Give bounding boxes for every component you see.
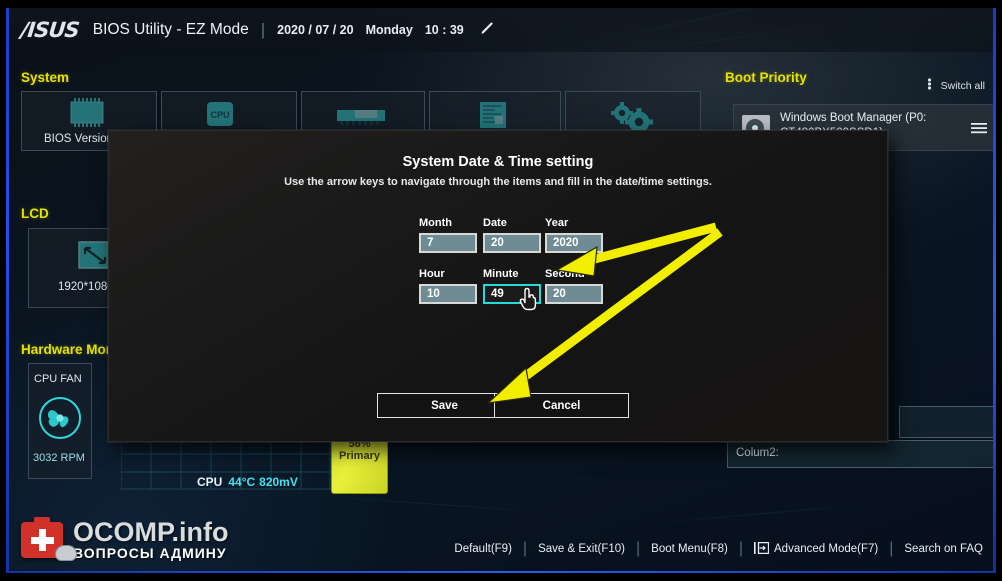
background-streak	[309, 494, 569, 515]
switch-all-label: Switch all	[940, 80, 985, 92]
bezel-right	[996, 0, 1002, 581]
footer-item-boot-menu[interactable]: Boot Menu(F8)	[651, 543, 728, 555]
pencil-icon[interactable]	[480, 20, 496, 41]
section-title-boot-priority: Boot Priority	[725, 70, 807, 85]
drag-handle-icon	[926, 78, 936, 92]
section-title-system: System	[21, 70, 70, 85]
bezel-top	[0, 0, 1002, 8]
header-bar: /ISUS BIOS Utility - EZ Mode | 2020 / 07…	[9, 8, 993, 52]
second-input[interactable]: 20	[545, 284, 603, 304]
bezel-bottom	[0, 573, 1002, 581]
dialog-subtitle: Use the arrow keys to navigate through t…	[284, 176, 712, 188]
field-group-date: Date 20	[481, 217, 541, 253]
field-label-minute: Minute	[483, 268, 519, 280]
footer-item-search-faq[interactable]: Search on FAQ	[904, 543, 983, 555]
advanced-mode-icon	[754, 540, 770, 558]
footer-item-save-exit[interactable]: Save & Exit(F10)	[538, 543, 625, 555]
switch-all-control[interactable]: Switch all	[926, 78, 985, 92]
date-input[interactable]: 20	[483, 233, 541, 253]
save-button[interactable]: Save	[377, 393, 512, 418]
fan-icon	[38, 396, 82, 445]
header-day: Monday	[365, 23, 413, 37]
bios-version-label: BIOS Version:	[44, 133, 117, 145]
field-label-hour: Hour	[419, 268, 445, 280]
cpu-fan-label: CPU FAN	[34, 373, 82, 385]
field-label-date: Date	[483, 217, 507, 229]
header-time: 10 : 39	[424, 23, 464, 37]
field-group-year: Year 2020	[543, 217, 603, 253]
lcd-panel[interactable]	[28, 228, 116, 308]
storage-name: Primary	[339, 450, 380, 462]
background-streak	[649, 502, 879, 525]
cancel-button[interactable]: Cancel	[494, 393, 629, 418]
cpu-fan-rpm: 3032 RPM	[33, 452, 85, 464]
section-title-hardware-monitor: Hardware Mon	[21, 342, 115, 357]
hand-pointer-cursor	[518, 286, 540, 317]
field-group-hour: Hour 10	[419, 268, 477, 304]
bezel-left	[0, 0, 6, 581]
column2-panel[interactable]: Colum2:	[727, 440, 993, 468]
footer-item-default[interactable]: Default(F9)	[454, 543, 512, 555]
footer-separator: |	[889, 540, 894, 557]
cpu-temperature: 44°C	[228, 475, 256, 489]
lcd-resolution: 1920*1080	[58, 281, 114, 293]
hamburger-icon[interactable]	[971, 121, 987, 139]
cpu-readout: CPU 44°C 820mV	[197, 475, 298, 489]
asus-logo: /ISUS	[19, 18, 81, 42]
field-label-month: Month	[419, 217, 452, 229]
field-group-month: Month 7	[419, 217, 477, 253]
mouse-icon	[55, 545, 77, 561]
footer-separator: |	[522, 540, 528, 557]
column2-label: Colum2:	[736, 447, 779, 459]
photographed-monitor: /ISUS BIOS Utility - EZ Mode | 2020 / 07…	[0, 0, 1002, 581]
dialog-title: System Date & Time setting	[402, 154, 594, 170]
footer-separator: |	[636, 540, 641, 557]
cpu-readout-label: CPU	[197, 475, 223, 489]
month-input[interactable]: 7	[419, 233, 477, 253]
section-title-lcd: LCD	[21, 206, 49, 221]
field-label-year: Year	[545, 217, 569, 229]
hour-input[interactable]: 10	[419, 284, 477, 304]
footer-item-advanced-mode[interactable]: Advanced Mode(F7)	[774, 543, 878, 555]
footer-separator: |	[738, 540, 744, 557]
field-group-second: Second 20	[543, 268, 603, 304]
cpu-voltage: 820mV	[259, 475, 298, 489]
date-time-dialog: System Date & Time setting Use the arrow…	[108, 130, 888, 442]
watermark-subtitle: ВОПРОСЫ АДМИНУ	[73, 545, 227, 561]
watermark-title: OCOMP.info	[73, 517, 229, 547]
year-input[interactable]: 2020	[545, 233, 603, 253]
page-title: BIOS Utility - EZ Mode	[92, 21, 249, 38]
bios-screen: /ISUS BIOS Utility - EZ Mode | 2020 / 07…	[9, 8, 993, 573]
header-separator: |	[260, 20, 266, 39]
cross-horizontal	[31, 537, 54, 544]
header-date: 2020 / 07 / 20	[277, 23, 354, 37]
watermark: OCOMP.info ВОПРОСЫ АДМИНУ	[21, 517, 229, 562]
watermark-text: OCOMP.info ВОПРОСЫ АДМИНУ	[73, 517, 229, 562]
right-secondary-panel	[899, 406, 993, 438]
field-label-second: Second	[545, 268, 585, 280]
